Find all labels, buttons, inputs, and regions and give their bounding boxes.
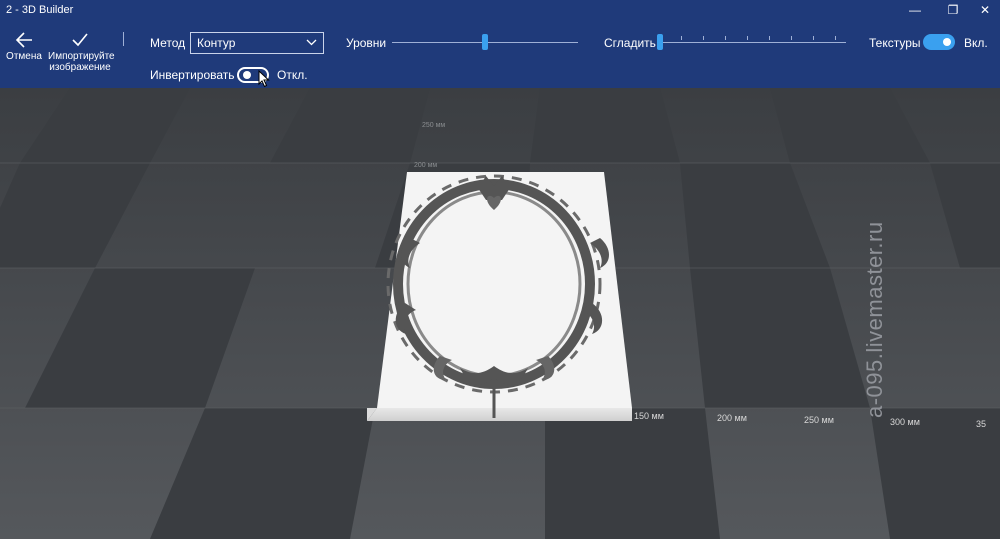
import-label-line1: Импортируйте [48, 51, 115, 62]
toolbar: Отмена Импортируйте изображение Метод Ко… [0, 22, 1000, 88]
method-label: Метод [150, 36, 186, 50]
axis-label-vertical: 250 мм [422, 122, 446, 129]
floor-grid [0, 88, 1000, 539]
slider-tick [681, 36, 682, 40]
title-bar: 2 - 3D Builder — ❐ ✕ [0, 0, 1000, 22]
levels-slider-thumb[interactable] [482, 34, 488, 50]
back-arrow-icon [15, 32, 32, 48]
toolbar-divider [123, 32, 124, 46]
slider-tick [725, 36, 726, 40]
textures-toggle[interactable] [923, 34, 955, 50]
close-button[interactable]: ✕ [968, 0, 1000, 22]
axis-label-x: 200 мм [717, 413, 747, 423]
axis-label-x: 300 мм [890, 417, 920, 427]
smooth-label: Сгладить [604, 36, 656, 50]
axis-label-x: 250 мм [804, 415, 834, 425]
method-dropdown[interactable]: Контур [190, 32, 324, 54]
textures-label: Текстуры [869, 36, 921, 50]
method-value: Контур [197, 36, 236, 50]
checkmark-icon [72, 33, 88, 47]
slider-tick [835, 36, 836, 40]
3d-viewport[interactable]: 250 мм 200 мм 150 мм 200 мм 250 мм 300 м… [0, 88, 1000, 539]
textures-state: Вкл. [964, 36, 988, 50]
axis-label-vertical: 200 мм [414, 162, 438, 169]
plate-model [367, 172, 632, 421]
watermark-text: a-095.livemaster.ru [862, 221, 887, 418]
slider-tick [747, 36, 748, 40]
cancel-button[interactable]: Отмена [6, 32, 42, 62]
mouse-pointer-icon [258, 70, 270, 88]
toggle-knob [943, 38, 951, 46]
slider-tick [703, 36, 704, 40]
invert-state: Откл. [277, 68, 308, 82]
slider-tick [813, 36, 814, 40]
invert-label: Инвертировать [150, 68, 235, 82]
minimize-button[interactable]: — [898, 0, 932, 22]
axis-label-x: 35 [976, 419, 987, 429]
window-title: 2 - 3D Builder [6, 4, 74, 16]
levels-label: Уровни [346, 36, 387, 50]
smooth-slider-thumb[interactable] [657, 34, 663, 50]
restore-button[interactable]: ❐ [936, 0, 970, 22]
cancel-label: Отмена [6, 51, 42, 62]
slider-tick [769, 36, 770, 40]
import-image-button[interactable]: Импортируйте изображение [48, 32, 115, 73]
toggle-knob [243, 71, 251, 79]
smooth-slider-track [660, 42, 846, 43]
slider-tick [791, 36, 792, 40]
chevron-down-icon [306, 39, 317, 46]
import-label-line2: изображение [49, 62, 111, 73]
axis-label-x: 150 мм [634, 411, 664, 421]
